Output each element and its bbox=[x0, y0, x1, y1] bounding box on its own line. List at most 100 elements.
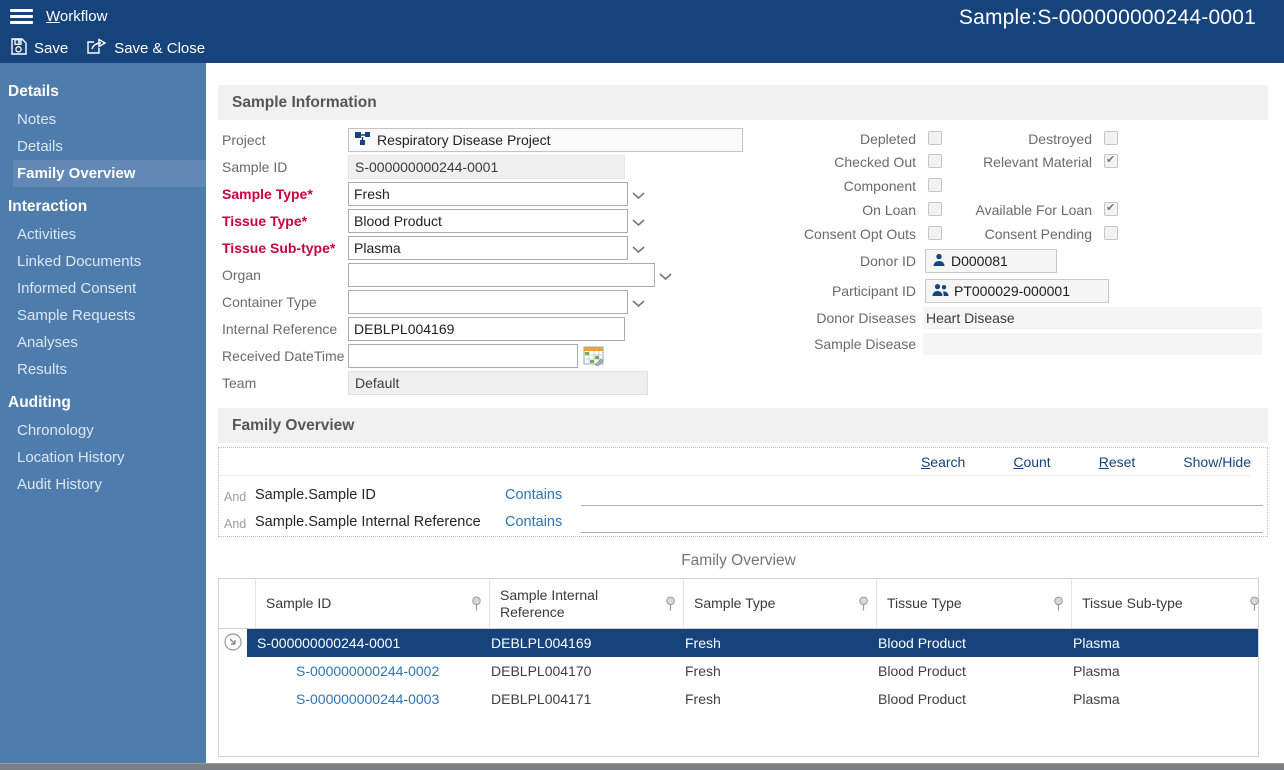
organ-chevron-down-icon[interactable] bbox=[659, 268, 672, 286]
team-value: Default bbox=[348, 371, 648, 395]
sidebar-item-results[interactable]: Results bbox=[0, 356, 206, 383]
sample-type-input[interactable] bbox=[348, 182, 628, 206]
tissue-type-chevron-down-icon[interactable] bbox=[632, 214, 645, 232]
cell-tissue-type: Blood Product bbox=[868, 685, 1063, 713]
cell-sample-internal-reference: DEBLPL004171 bbox=[481, 685, 675, 713]
column-header-sample-id[interactable]: Sample ID bbox=[256, 579, 490, 628]
cell-sample-type: Fresh bbox=[675, 629, 868, 657]
save-button[interactable]: Save bbox=[10, 38, 68, 59]
filter-field-name: Sample.Sample Internal Reference bbox=[255, 511, 481, 533]
filter-pin-icon[interactable] bbox=[1053, 596, 1064, 616]
family-overview-title: Family Overview bbox=[232, 417, 354, 434]
top-bar: Workflow Sample:S-000000000244-0001 Save… bbox=[0, 0, 1284, 63]
sidebar-item-audit-history[interactable]: Audit History bbox=[0, 471, 206, 498]
expand-row-icon[interactable] bbox=[224, 633, 242, 654]
cell-sample-id-link[interactable]: S-000000000244-0003 bbox=[247, 685, 481, 713]
calendar-picker-icon[interactable] bbox=[583, 345, 605, 371]
filter-sample-id-input[interactable] bbox=[581, 484, 1263, 506]
component-checkbox[interactable] bbox=[928, 178, 942, 192]
sample-type-label: Sample Type* bbox=[222, 183, 347, 206]
participant-id-label: Participant ID bbox=[700, 283, 916, 299]
project-label: Project bbox=[222, 129, 347, 152]
container-type-chevron-down-icon[interactable] bbox=[632, 295, 645, 313]
cell-tissue-sub-type: Plasma bbox=[1063, 657, 1258, 685]
count-button[interactable]: Count bbox=[1013, 454, 1050, 470]
tissue-type-input[interactable] bbox=[348, 209, 628, 233]
team-label: Team bbox=[222, 372, 347, 395]
project-field[interactable]: Respiratory Disease Project bbox=[348, 128, 743, 152]
filter-pin-icon[interactable] bbox=[665, 596, 676, 616]
reset-button[interactable]: Reset bbox=[1099, 454, 1136, 470]
table-row[interactable]: S-000000000244-0001 DEBLPL004169 Fresh B… bbox=[219, 629, 1258, 657]
filter-operator-link[interactable]: Contains bbox=[505, 484, 562, 506]
filter-operator-link[interactable]: Contains bbox=[505, 511, 562, 533]
workflow-menu[interactable]: Workflow bbox=[46, 8, 107, 25]
project-value: Respiratory Disease Project bbox=[377, 132, 551, 148]
sidebar-item-notes[interactable]: Notes bbox=[0, 106, 206, 133]
consent-opt-outs-label: Consent Opt Outs bbox=[700, 226, 916, 242]
sidebar-item-sample-requests[interactable]: Sample Requests bbox=[0, 302, 206, 329]
save-and-close-button[interactable]: Save & Close bbox=[86, 38, 205, 59]
cell-tissue-sub-type: Plasma bbox=[1063, 629, 1258, 657]
cell-sample-id[interactable]: S-000000000244-0001 bbox=[247, 629, 481, 657]
row-expander-cell bbox=[219, 657, 247, 685]
show-hide-button[interactable]: Show/Hide bbox=[1183, 454, 1251, 470]
sample-type-chevron-down-icon[interactable] bbox=[632, 187, 645, 205]
relevant-material-checkbox[interactable] bbox=[1104, 154, 1118, 168]
sidebar-item-family-overview[interactable]: Family Overview bbox=[13, 160, 206, 187]
sample-id-value: S-000000000244-0001 bbox=[348, 155, 625, 179]
sample-disease-value bbox=[923, 333, 1262, 355]
menu-row: Workflow Sample:S-000000000244-0001 bbox=[0, 0, 1284, 33]
sample-disease-label: Sample Disease bbox=[700, 336, 916, 352]
cell-sample-type: Fresh bbox=[675, 657, 868, 685]
organ-input[interactable] bbox=[348, 263, 655, 287]
relevant-material-label: Relevant Material bbox=[940, 154, 1092, 170]
participant-id-field[interactable]: PT000029-000001 bbox=[925, 279, 1109, 303]
tissue-sub-type-input[interactable] bbox=[348, 236, 628, 260]
table-title: Family Overview bbox=[218, 552, 1259, 570]
sidebar-item-chronology[interactable]: Chronology bbox=[0, 417, 206, 444]
column-header-sample-type[interactable]: Sample Type bbox=[684, 579, 877, 628]
search-button[interactable]: Search bbox=[921, 454, 965, 470]
project-hierarchy-icon bbox=[355, 132, 371, 149]
tissue-sub-type-chevron-down-icon[interactable] bbox=[632, 241, 645, 259]
sidebar-item-activities[interactable]: Activities bbox=[0, 221, 206, 248]
cell-sample-type: Fresh bbox=[675, 685, 868, 713]
cell-sample-id-link[interactable]: S-000000000244-0002 bbox=[247, 657, 481, 685]
destroyed-checkbox[interactable] bbox=[1104, 131, 1118, 145]
donor-diseases-value: Heart Disease bbox=[923, 307, 1262, 329]
consent-pending-checkbox[interactable] bbox=[1104, 226, 1118, 240]
filter-pin-icon[interactable] bbox=[858, 596, 869, 616]
column-header-sample-internal-reference[interactable]: Sample Internal Reference bbox=[490, 579, 684, 628]
cell-sample-internal-reference: DEBLPL004170 bbox=[481, 657, 675, 685]
cell-tissue-type: Blood Product bbox=[868, 657, 1063, 685]
filter-internal-reference-input[interactable] bbox=[581, 511, 1263, 533]
filter-pin-icon[interactable] bbox=[471, 596, 482, 616]
column-header-tissue-sub-type[interactable]: Tissue Sub-type bbox=[1072, 579, 1267, 628]
table-row[interactable]: S-000000000244-0003 DEBLPL004171 Fresh B… bbox=[219, 685, 1258, 713]
tissue-sub-type-label: Tissue Sub-type* bbox=[222, 237, 347, 260]
record-title: Sample:S-000000000244-0001 bbox=[959, 6, 1256, 30]
save-button-label: Save bbox=[34, 40, 68, 57]
internal-reference-input[interactable] bbox=[348, 317, 625, 341]
sidebar-item-informed-consent[interactable]: Informed Consent bbox=[0, 275, 206, 302]
container-type-input[interactable] bbox=[348, 290, 628, 314]
hamburger-menu-icon[interactable] bbox=[10, 6, 33, 27]
donor-id-field[interactable]: D000081 bbox=[925, 249, 1057, 273]
sidebar-item-details[interactable]: Details bbox=[0, 133, 206, 160]
sidebar-item-analyses[interactable]: Analyses bbox=[0, 329, 206, 356]
header-expander-column bbox=[219, 579, 256, 628]
sample-type-field bbox=[348, 182, 628, 206]
table-row[interactable]: S-000000000244-0002 DEBLPL004170 Fresh B… bbox=[219, 657, 1258, 685]
received-datetime-input[interactable] bbox=[348, 344, 578, 368]
sidebar-section-auditing: Auditing bbox=[0, 389, 206, 417]
column-header-tissue-type[interactable]: Tissue Type bbox=[877, 579, 1072, 628]
sidebar-item-linked-documents[interactable]: Linked Documents bbox=[0, 248, 206, 275]
sidebar-item-location-history[interactable]: Location History bbox=[0, 444, 206, 471]
filter-pin-icon[interactable] bbox=[1249, 596, 1260, 616]
sample-id-label: Sample ID bbox=[222, 156, 347, 179]
container-type-label: Container Type bbox=[222, 291, 347, 314]
save-and-close-button-label: Save & Close bbox=[114, 40, 205, 57]
cell-sample-internal-reference: DEBLPL004169 bbox=[481, 629, 675, 657]
available-for-loan-checkbox[interactable] bbox=[1104, 202, 1118, 216]
